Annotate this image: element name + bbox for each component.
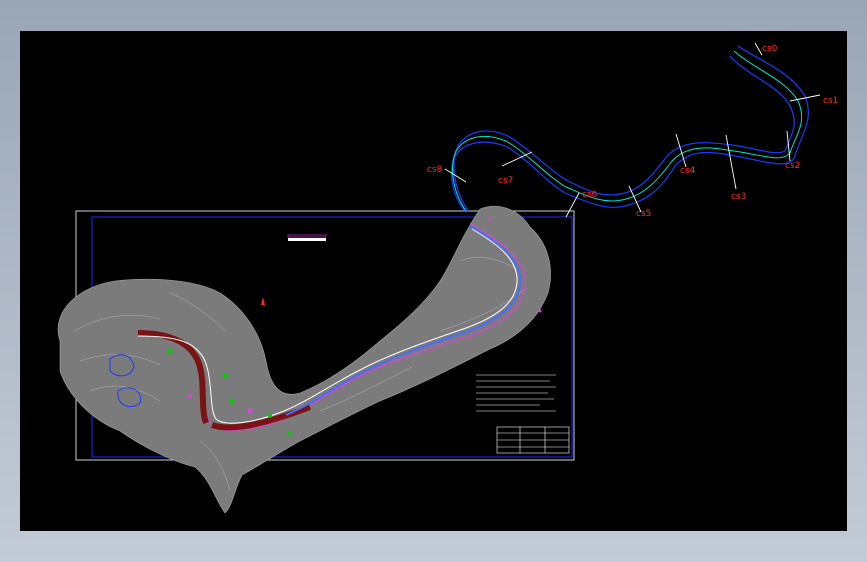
cs1-label[interactable]: cs1 [823, 96, 838, 106]
cs6-label[interactable]: cs6 [582, 190, 598, 200]
river-centerline [452, 50, 803, 212]
cs4-label[interactable]: cs4 [680, 166, 696, 176]
cs4-line [675, 133, 687, 168]
river-bank-north [451, 45, 809, 212]
cs3-line [725, 134, 737, 190]
river-bank-south [453, 55, 795, 212]
scale-bar [287, 234, 327, 241]
notes-block [476, 374, 556, 412]
title-block [496, 426, 570, 454]
north-marker [261, 297, 265, 305]
cs8-label[interactable]: cs8 [427, 165, 443, 175]
cs7-label[interactable]: cs7 [498, 176, 513, 186]
upstream-river [451, 45, 809, 212]
cs0-label[interactable]: cs0 [762, 44, 778, 54]
cs5-label[interactable]: cs5 [636, 209, 651, 219]
cs2-label[interactable]: cs2 [785, 161, 800, 171]
cs3-label[interactable]: cs3 [731, 192, 746, 202]
cross-section-lines [444, 42, 821, 218]
cad-viewport[interactable]: cs0 cs1 cs2 cs3 cs4 cs5 cs6 cs7 cs8 [20, 31, 847, 531]
drawing-canvas: cs0 cs1 cs2 cs3 cs4 cs5 cs6 cs7 cs8 [57, 42, 838, 514]
cs0-line [754, 42, 763, 56]
